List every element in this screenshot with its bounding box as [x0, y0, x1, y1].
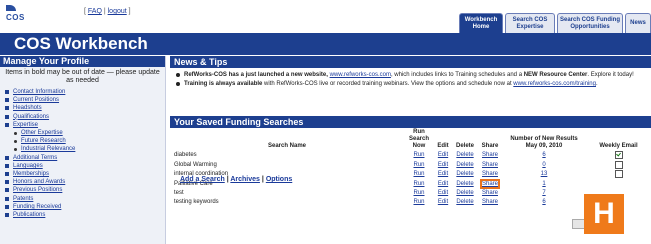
share-link-highlighted[interactable]: Share [479, 178, 501, 189]
profile-item[interactable]: Additional Terms [4, 154, 165, 162]
page-title: COS Workbench [14, 34, 148, 53]
delete-link[interactable]: Delete [456, 171, 473, 177]
profile-item[interactable]: Qualifications [4, 113, 165, 121]
profile-item[interactable]: Previous Positions [4, 186, 165, 194]
weekly-email-checkbox[interactable] [614, 151, 623, 159]
title-bar: COS Workbench [0, 33, 651, 55]
logo-swoosh-icon [6, 5, 16, 11]
profile-item[interactable]: Headshots [4, 104, 165, 112]
step-badge: H [584, 194, 624, 234]
training-link[interactable]: www.refworks-cos.com/training [513, 81, 596, 87]
run-link[interactable]: Run [413, 199, 424, 205]
col-weekly-email: Weekly Email [599, 143, 638, 149]
results-count[interactable]: 7 [542, 190, 545, 196]
profile-item[interactable]: Expertise [4, 121, 165, 129]
table-row: diabetes Run Edit Delete Share 6 [170, 151, 651, 161]
tab-search-expertise[interactable]: Search COS Expertise [505, 13, 555, 33]
search-name: diabetes [174, 152, 197, 159]
profile-subitem[interactable]: Future Research [4, 137, 165, 145]
profile-item[interactable]: Contact Information [4, 88, 165, 96]
options-link[interactable]: Options [266, 176, 292, 183]
run-link[interactable]: Run [413, 181, 424, 187]
funding-table: Search Name Run Search Now Edit Delete S… [170, 129, 651, 207]
search-name: Global Warming [174, 161, 217, 168]
edit-link[interactable]: Edit [438, 199, 448, 205]
run-link[interactable]: Run [413, 162, 424, 168]
profile-subitem[interactable]: Industrial Relevance [4, 145, 165, 153]
delete-link[interactable]: Delete [456, 181, 473, 187]
col-edit: Edit [437, 143, 449, 149]
profile-subitem[interactable]: Other Expertise [4, 129, 165, 137]
profile-item[interactable]: Languages [4, 162, 165, 170]
table-row: test Run Edit Delete Share 7 [170, 189, 651, 198]
profile-panel: Manage Your Profile Items in bold may be… [0, 56, 166, 244]
archives-link[interactable]: Archives [230, 176, 260, 183]
funding-searches: Your Saved Funding Searches Search Name … [170, 116, 651, 207]
logout-link[interactable]: logout [108, 8, 127, 15]
logo-text: COS [6, 13, 25, 22]
results-count[interactable]: 13 [541, 171, 548, 177]
profile-note: Items in bold may be out of date — pleas… [5, 69, 160, 84]
results-date: May 09, 2010 [525, 143, 563, 149]
delete-link[interactable]: Delete [456, 190, 473, 196]
main-tabs: Workbench Home Search COS Expertise Sear… [457, 13, 651, 33]
run-link[interactable]: Run [413, 190, 424, 196]
funding-footer-links: Add a Search | Archives | Options [180, 176, 293, 183]
table-row: Global Warming Run Edit Delete Share 0 [170, 160, 651, 171]
help-links: [ FAQ | logout ] [84, 8, 131, 15]
results-count[interactable]: 0 [542, 162, 545, 168]
profile-links: Contact Information Current Positions He… [0, 88, 165, 219]
profile-item[interactable]: Memberships [4, 170, 165, 178]
profile-item[interactable]: Funding Received [4, 203, 165, 211]
table-header: Search Name Run Search Now Edit Delete S… [170, 129, 651, 151]
delete-link[interactable]: Delete [456, 162, 473, 168]
col-search-name: Search Name [267, 143, 307, 149]
funding-heading: Your Saved Funding Searches [170, 116, 651, 128]
col-delete: Delete [455, 143, 474, 149]
edit-link[interactable]: Edit [438, 171, 448, 177]
faq-link[interactable]: FAQ [88, 8, 102, 15]
col-results: Number of New Results May 09, 2010 [510, 136, 578, 149]
profile-item[interactable]: Current Positions [4, 96, 165, 104]
cos-logo[interactable]: COS [6, 5, 32, 23]
run-link[interactable]: Run [413, 171, 424, 177]
profile-item[interactable]: Publications [4, 211, 165, 219]
search-name: testing keywords [174, 198, 219, 205]
table-row: testing keywords Run Edit Delete Share 6 [170, 198, 651, 207]
weekly-email-checkbox[interactable] [614, 170, 623, 179]
edit-link[interactable]: Edit [438, 152, 448, 158]
share-link[interactable]: Share [482, 162, 498, 168]
profile-heading: Manage Your Profile [0, 56, 165, 67]
results-count[interactable]: 6 [542, 199, 545, 205]
news-item: RefWorks-COS has a just launched a new w… [176, 71, 647, 79]
share-link[interactable]: Share [482, 152, 498, 158]
search-name: test [174, 189, 184, 196]
weekly-email-checkbox[interactable] [614, 160, 623, 169]
delete-link[interactable]: Delete [456, 152, 473, 158]
tab-search-funding[interactable]: Search COS Funding Opportunities [557, 13, 623, 33]
col-run: Run Search Now [408, 129, 429, 149]
results-count[interactable]: 1 [542, 181, 545, 187]
share-link[interactable]: Share [482, 190, 498, 196]
main-content: News & Tips RefWorks-COS has a just laun… [170, 56, 651, 244]
news-heading: News & Tips [170, 56, 651, 68]
run-link[interactable]: Run [413, 152, 424, 158]
tab-workbench-home[interactable]: Workbench Home [459, 13, 503, 33]
delete-link[interactable]: Delete [456, 199, 473, 205]
news-list: RefWorks-COS has a just launched a new w… [170, 68, 651, 88]
edit-link[interactable]: Edit [438, 190, 448, 196]
edit-link[interactable]: Edit [438, 162, 448, 168]
top-header: COS [ FAQ | logout ] Workbench Home Sear… [0, 0, 651, 34]
profile-item[interactable]: Patents [4, 195, 165, 203]
refworks-link[interactable]: www.refworks-cos.com [330, 72, 391, 78]
share-link[interactable]: Share [482, 199, 498, 205]
share-link[interactable]: Share [482, 171, 498, 177]
edit-link[interactable]: Edit [438, 181, 448, 187]
add-search-link[interactable]: Add a Search [180, 176, 225, 183]
tab-news[interactable]: News [625, 13, 651, 33]
news-item: Training is always available with RefWor… [176, 80, 647, 88]
col-share: Share [481, 143, 499, 149]
profile-item[interactable]: Honors and Awards [4, 178, 165, 186]
results-count[interactable]: 6 [542, 152, 545, 158]
